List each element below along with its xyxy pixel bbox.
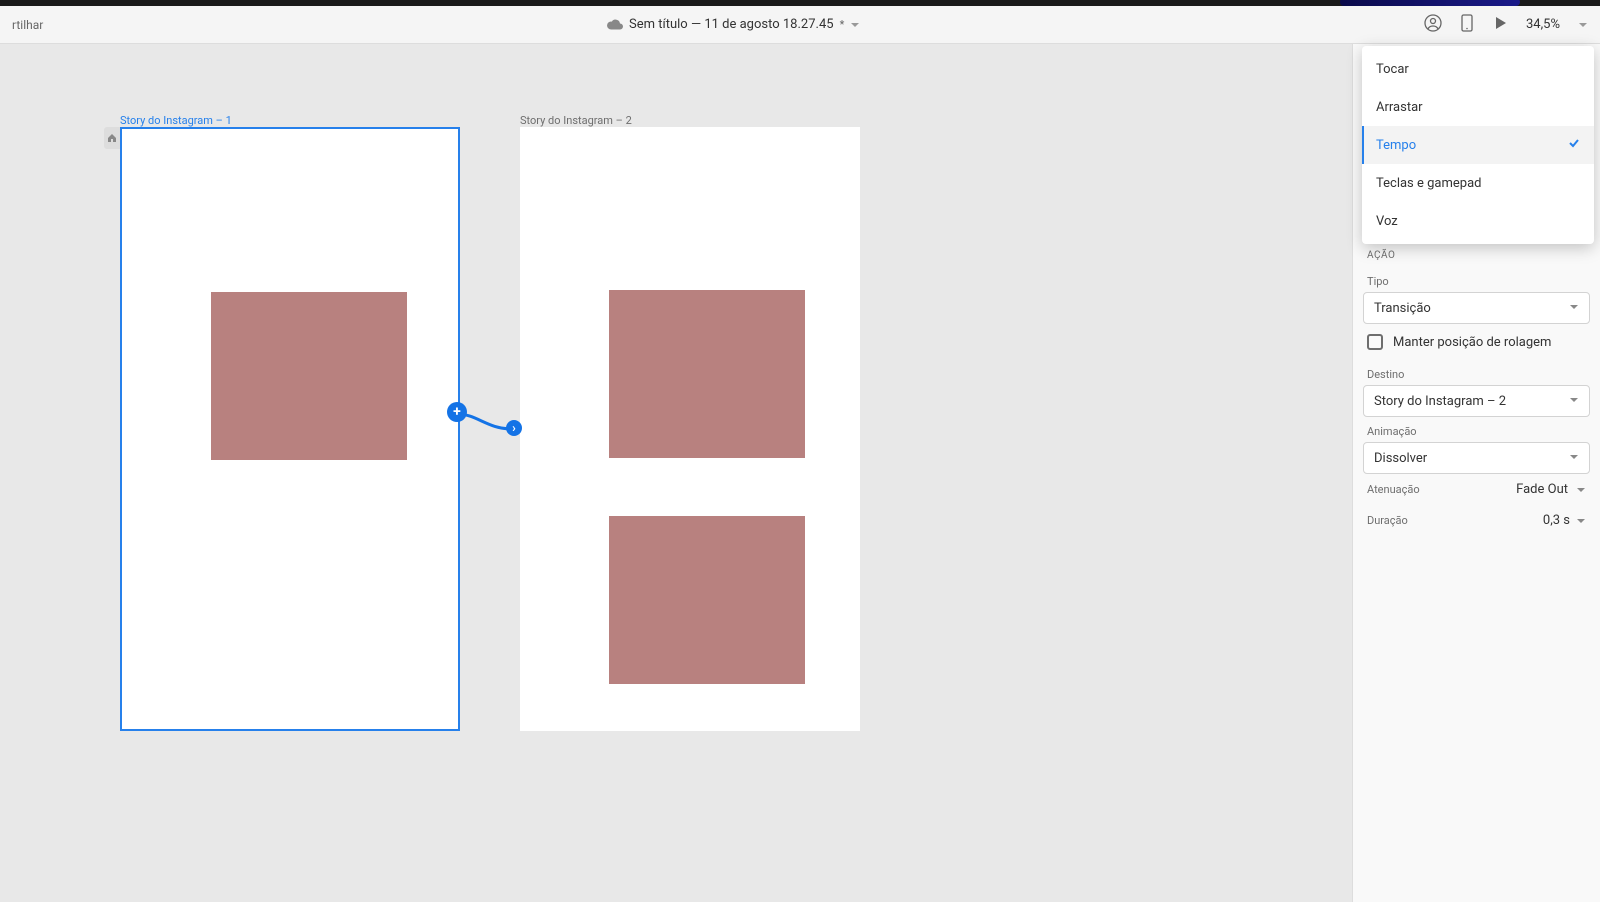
preserve-scroll-checkbox[interactable] xyxy=(1367,334,1383,350)
animation-dropdown-value: Dissolver xyxy=(1374,451,1427,466)
app-title-strip xyxy=(0,0,1600,6)
play-icon[interactable] xyxy=(1492,15,1508,35)
artboard-2-label[interactable]: Story do Instagram – 2 xyxy=(520,114,632,127)
trigger-menu-item-voz[interactable]: Voz xyxy=(1362,202,1594,240)
mobile-preview-icon[interactable] xyxy=(1460,14,1474,36)
menu-item-label: Arrastar xyxy=(1376,100,1423,115)
header-bar: rtilhar Sem título — 11 de agosto 18.27.… xyxy=(0,6,1600,44)
cloud-icon xyxy=(607,15,623,34)
duration-label: Duração xyxy=(1367,514,1408,527)
easing-label: Atenuação xyxy=(1367,483,1420,496)
document-title-area[interactable]: Sem título — 11 de agosto 18.27.45 * xyxy=(607,15,860,34)
top-strip-decoration xyxy=(1340,0,1520,6)
duration-row: Duração 0,3 s xyxy=(1363,505,1590,536)
user-icon[interactable] xyxy=(1424,14,1442,36)
type-field-label: Tipo xyxy=(1363,267,1590,292)
animation-field-label: Animação xyxy=(1363,417,1590,442)
share-label-fragment[interactable]: rtilhar xyxy=(12,18,43,32)
home-artboard-tab[interactable] xyxy=(104,127,120,149)
trigger-menu-item-teclas[interactable]: Teclas e gamepad xyxy=(1362,164,1594,202)
destination-field-label: Destino xyxy=(1363,360,1590,385)
action-section-title: AÇÃO xyxy=(1353,240,1600,267)
easing-value: Fade Out xyxy=(1516,482,1568,497)
chevron-down-icon xyxy=(850,15,860,34)
menu-item-label: Teclas e gamepad xyxy=(1376,176,1481,191)
chevron-down-icon xyxy=(1569,301,1579,316)
destination-dropdown[interactable]: Story do Instagram – 2 xyxy=(1363,385,1590,417)
type-dropdown[interactable]: Transição xyxy=(1363,292,1590,324)
animation-dropdown[interactable]: Dissolver xyxy=(1363,442,1590,474)
chevron-down-icon xyxy=(1576,511,1586,530)
trigger-dropdown-menu: Tocar Arrastar Tempo Teclas e gamepad Vo… xyxy=(1362,46,1594,244)
menu-item-label: Tocar xyxy=(1376,62,1409,77)
artboard-2[interactable] xyxy=(520,127,860,731)
wire-add-handle[interactable] xyxy=(447,402,467,422)
menu-item-label: Voz xyxy=(1376,214,1398,229)
menu-item-label: Tempo xyxy=(1376,138,1416,153)
rectangle-shape[interactable] xyxy=(211,292,407,460)
trigger-menu-item-tocar[interactable]: Tocar xyxy=(1362,50,1594,88)
header-right-controls: 34,5% xyxy=(1424,14,1588,36)
type-dropdown-value: Transição xyxy=(1374,301,1431,316)
chevron-down-icon xyxy=(1569,394,1579,409)
duration-value: 0,3 s xyxy=(1543,513,1570,528)
canvas-area[interactable]: Story do Instagram – 1 Story do Instagra… xyxy=(0,44,1197,902)
preserve-scroll-label: Manter posição de rolagem xyxy=(1393,335,1551,350)
artboard-1[interactable] xyxy=(120,127,460,731)
destination-dropdown-value: Story do Instagram – 2 xyxy=(1374,394,1506,409)
chevron-down-icon xyxy=(1569,451,1579,466)
preserve-scroll-row[interactable]: Manter posição de rolagem xyxy=(1363,324,1590,360)
document-title: Sem título — 11 de agosto 18.27.45 xyxy=(629,17,834,32)
zoom-chevron-icon[interactable] xyxy=(1578,15,1588,34)
check-icon xyxy=(1568,137,1580,153)
rectangle-shape[interactable] xyxy=(609,290,805,458)
easing-select[interactable]: Fade Out xyxy=(1516,480,1586,499)
duration-select[interactable]: 0,3 s xyxy=(1543,511,1586,530)
wire-destination-handle[interactable] xyxy=(506,420,522,436)
easing-row: Atenuação Fade Out xyxy=(1363,474,1590,505)
doc-modified-star: * xyxy=(840,18,845,31)
trigger-menu-item-tempo[interactable]: Tempo xyxy=(1362,126,1594,164)
rectangle-shape[interactable] xyxy=(609,516,805,684)
chevron-down-icon xyxy=(1576,480,1586,499)
zoom-level[interactable]: 34,5% xyxy=(1526,17,1560,32)
trigger-menu-item-arrastar[interactable]: Arrastar xyxy=(1362,88,1594,126)
artboard-1-label[interactable]: Story do Instagram – 1 xyxy=(120,114,232,127)
